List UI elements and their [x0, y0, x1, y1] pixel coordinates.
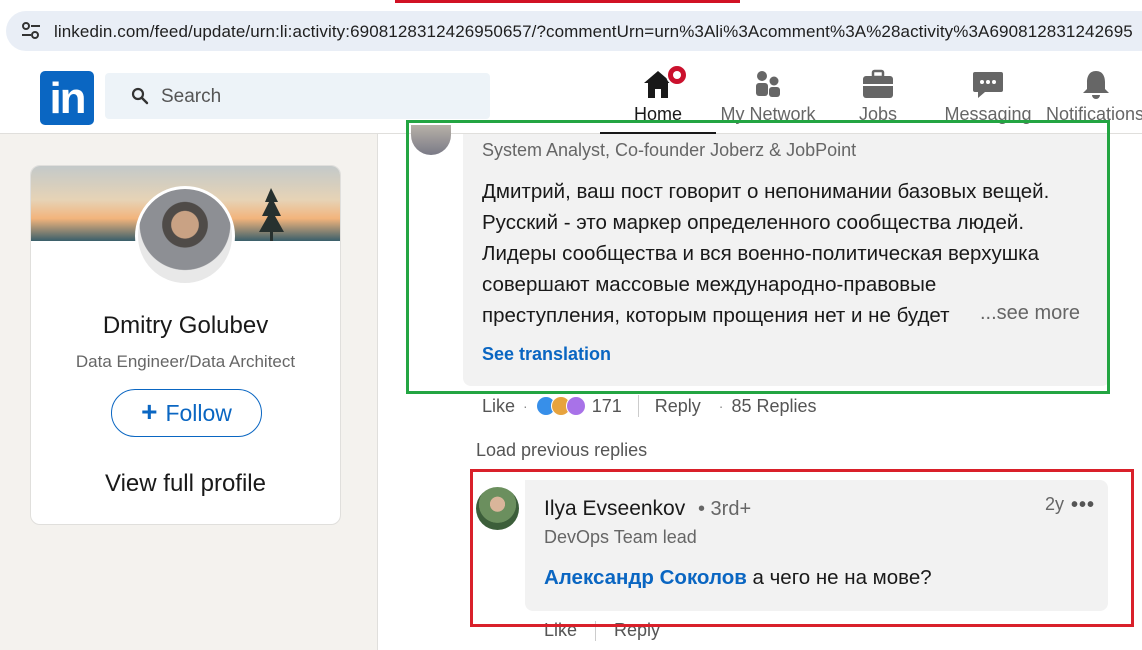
- view-full-profile-link[interactable]: View full profile: [31, 470, 340, 498]
- notifications-icon: [1083, 71, 1109, 99]
- tree-silhouette: [259, 188, 284, 241]
- reactions-summary[interactable]: [535, 396, 586, 416]
- mention-link[interactable]: Александр Соколов: [544, 566, 747, 589]
- connection-degree: • 3rd+: [698, 498, 752, 520]
- reply-text: Александр Соколов а чего не на мове?: [544, 566, 932, 590]
- address-bar[interactable]: linkedin.com/feed/update/urn:li:activity…: [6, 11, 1142, 51]
- support-reaction-icon: [565, 396, 586, 416]
- reply-button[interactable]: Reply: [614, 620, 660, 641]
- search-placeholder: Search: [161, 86, 222, 107]
- reply-timestamp: 2y: [1045, 494, 1065, 514]
- nav-messaging-label: Messaging: [944, 104, 1032, 124]
- more-options-icon[interactable]: •••: [1071, 494, 1095, 517]
- see-more-link[interactable]: ...see more: [974, 302, 1081, 325]
- jobs-icon: [863, 69, 893, 98]
- like-button[interactable]: Like: [482, 396, 515, 417]
- nav-my-network-label: My Network: [720, 104, 816, 124]
- see-translation-link[interactable]: See translation: [482, 344, 611, 365]
- search-input[interactable]: Search: [105, 73, 490, 119]
- separator-dot: ·: [523, 398, 528, 414]
- reply-author-headline: DevOps Team lead: [544, 527, 697, 547]
- profile-name[interactable]: Dmitry Golubev: [31, 312, 340, 340]
- follow-label: Follow: [165, 399, 232, 426]
- plus-icon: +: [141, 395, 158, 427]
- browser-url-bar: linkedin.com/feed/update/urn:li:activity…: [0, 0, 1142, 62]
- profile-card: Dmitry Golubev Data Engineer/Data Archit…: [30, 165, 341, 525]
- reply-button[interactable]: Reply: [655, 396, 701, 417]
- linkedin-header: in Search Home My Network Jobs Messaging…: [0, 62, 1142, 134]
- comment-line: Лидеры сообщества и вся военно-политичес…: [482, 242, 1039, 265]
- load-previous-replies[interactable]: Load previous replies: [476, 440, 647, 461]
- search-icon: [131, 87, 149, 105]
- reactions-count[interactable]: 171: [592, 396, 622, 417]
- comment-actions: Like · 171 Reply · 85 Replies: [482, 393, 817, 419]
- linkedin-logo[interactable]: in: [40, 71, 94, 125]
- network-icon: [756, 71, 780, 97]
- profile-avatar[interactable]: [135, 186, 235, 286]
- nav-home[interactable]: Home: [600, 62, 716, 134]
- comment-line: преступления, которым прощения нет и не …: [482, 304, 950, 327]
- reply-author-avatar[interactable]: [476, 487, 519, 530]
- divider: [595, 620, 597, 641]
- divider: [637, 395, 639, 417]
- nav-jobs-label: Jobs: [858, 104, 898, 124]
- nav-home-label: Home: [633, 104, 682, 124]
- messaging-icon: [973, 72, 1003, 98]
- replies-count[interactable]: 85 Replies: [731, 396, 816, 417]
- separator-dot: ·: [718, 398, 724, 414]
- comment-line: Русский - это маркер определенного сообщ…: [482, 211, 1025, 234]
- nav-notifications[interactable]: Notifications: [1046, 62, 1142, 134]
- comment-line: Дмитрий, ваш пост говорит о непонимании …: [482, 180, 1050, 203]
- tab-indicator: [395, 0, 740, 3]
- like-button[interactable]: Like: [544, 620, 577, 641]
- nav-jobs[interactable]: Jobs: [850, 62, 906, 134]
- nav-notifications-label: Notifications: [1046, 104, 1142, 124]
- reply-actions: Like Reply: [544, 620, 660, 641]
- commenter-headline: System Analyst, Co-founder Joberz & JobP…: [482, 140, 857, 160]
- comment-line: совершают массовые международно-правовые: [482, 273, 937, 296]
- follow-button[interactable]: + Follow: [111, 389, 262, 437]
- url-text[interactable]: linkedin.com/feed/update/urn:li:activity…: [54, 22, 1133, 42]
- nav-messaging[interactable]: Messaging: [944, 62, 1032, 134]
- profile-headline: Data Engineer/Data Architect: [75, 352, 296, 371]
- site-settings-icon[interactable]: [20, 20, 42, 42]
- reply-text-content: а чего не на мове?: [746, 566, 932, 589]
- reply-author-name[interactable]: Ilya Evseenkov: [544, 497, 685, 521]
- notification-badge: [666, 64, 688, 86]
- nav-my-network[interactable]: My Network: [718, 62, 818, 134]
